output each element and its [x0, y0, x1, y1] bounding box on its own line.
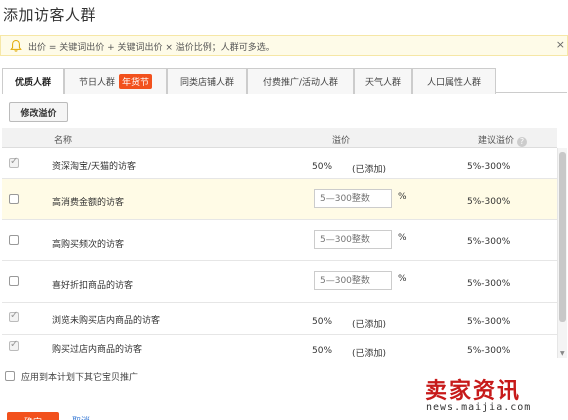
help-icon[interactable]: ? [517, 137, 528, 147]
added-status: (已添加) [352, 349, 387, 358]
table-row: 喜好折扣商品的访客 % 5%-300% [2, 261, 557, 303]
table-row: 浏览未购买店内商品的访客 50% (已添加) 5%-300% [2, 303, 557, 335]
confirm-button[interactable]: 确定 [7, 412, 59, 420]
percent-unit: % [398, 192, 407, 202]
cancel-link[interactable]: 取消 [72, 414, 90, 420]
premium-input[interactable] [314, 230, 392, 249]
percent-unit: % [398, 274, 407, 284]
premium-value: 50% [312, 317, 333, 327]
tab-holiday-crowd[interactable]: 节日人群 年货节 [64, 68, 167, 94]
suggested-premium: 5%-300% [467, 279, 511, 289]
close-icon[interactable]: × [556, 38, 565, 51]
tab-demographic-crowd[interactable]: 人口属性人群 [412, 68, 496, 94]
apply-label: 应用到本计划下其它宝贝推广 [21, 372, 139, 383]
table-scrollbar[interactable]: ▼ [557, 148, 567, 358]
dialog-title: 添加访客人群 [3, 6, 97, 24]
suggested-premium: 5%-300% [467, 317, 511, 327]
notice-text: 出价 = 关键词出价 + 关键词出价 × 溢价比例；人群可多选。 [28, 43, 275, 53]
watermark-logo: 卖家资讯 news.maijia.com [425, 373, 567, 420]
modify-premium-button[interactable]: 修改溢价 [9, 102, 68, 122]
tab-bar: 优质人群 节日人群 年货节 同类店铺人群 付费推广/活动人群 天气人群 人口属性… [2, 68, 567, 94]
header-suggested: 建议溢价? [478, 133, 528, 147]
tab-similar-shop-crowd[interactable]: 同类店铺人群 [167, 68, 247, 94]
suggested-premium: 5%-300% [467, 237, 511, 247]
holiday-badge: 年货节 [119, 74, 153, 89]
scroll-down-icon[interactable]: ▼ [560, 350, 565, 357]
table-row: 高消费金额的访客 % 5%-300% [2, 179, 557, 220]
table-row: 高购买频次的访客 % 5%-300% [2, 220, 557, 261]
row-checkbox[interactable] [9, 156, 19, 168]
apply-to-others-option[interactable]: 应用到本计划下其它宝贝推广 [5, 369, 138, 383]
notice-bar: 出价 = 关键词出价 + 关键词出价 × 溢价比例；人群可多选。 × [0, 35, 568, 56]
tab-weather-crowd[interactable]: 天气人群 [354, 68, 412, 94]
row-checkbox[interactable] [9, 194, 19, 204]
header-name: 名称 [54, 136, 73, 146]
row-checkbox[interactable] [9, 310, 19, 322]
row-checkbox[interactable] [9, 276, 19, 286]
added-status: (已添加) [352, 320, 387, 330]
row-checkbox[interactable] [9, 339, 19, 351]
table-header: 名称 溢价 建议溢价? [2, 128, 557, 148]
suggested-premium: 5%-300% [467, 162, 511, 172]
bell-icon [10, 39, 22, 52]
suggested-premium: 5%-300% [467, 197, 511, 207]
tab-quality-crowd[interactable]: 优质人群 [2, 68, 64, 94]
premium-input[interactable] [314, 189, 392, 208]
crowd-name: 购买过店内商品的访客 [52, 345, 143, 355]
watermark-url: news.maijia.com [426, 402, 532, 413]
added-status: (已添加) [352, 165, 387, 175]
table-row: 购买过店内商品的访客 50% (已添加) 5%-300% [2, 335, 557, 358]
crowd-name: 高消费金额的访客 [52, 198, 125, 208]
premium-value: 50% [312, 346, 333, 356]
premium-value: 50% [312, 162, 333, 172]
scrollbar-thumb[interactable] [559, 152, 566, 322]
crowd-table: 名称 溢价 建议溢价? 资深淘宝/天猫的访客 50% (已添加) 5%-300%… [2, 128, 557, 358]
crowd-name: 浏览未购买店内商品的访客 [52, 316, 161, 326]
crowd-name: 喜好折扣商品的访客 [52, 281, 134, 291]
row-checkbox[interactable] [9, 235, 19, 245]
percent-unit: % [398, 233, 407, 243]
header-premium: 溢价 [332, 136, 351, 146]
apply-checkbox[interactable] [5, 371, 15, 381]
tab-paid-promo-crowd[interactable]: 付费推广/活动人群 [247, 68, 354, 94]
watermark-text: 卖家资讯 [425, 378, 522, 404]
premium-input[interactable] [314, 271, 392, 290]
suggested-premium: 5%-300% [467, 346, 511, 356]
crowd-name: 高购买频次的访客 [52, 240, 125, 250]
crowd-name: 资深淘宝/天猫的访客 [52, 162, 137, 172]
table-row: 资深淘宝/天猫的访客 50% (已添加) 5%-300% [2, 149, 557, 179]
